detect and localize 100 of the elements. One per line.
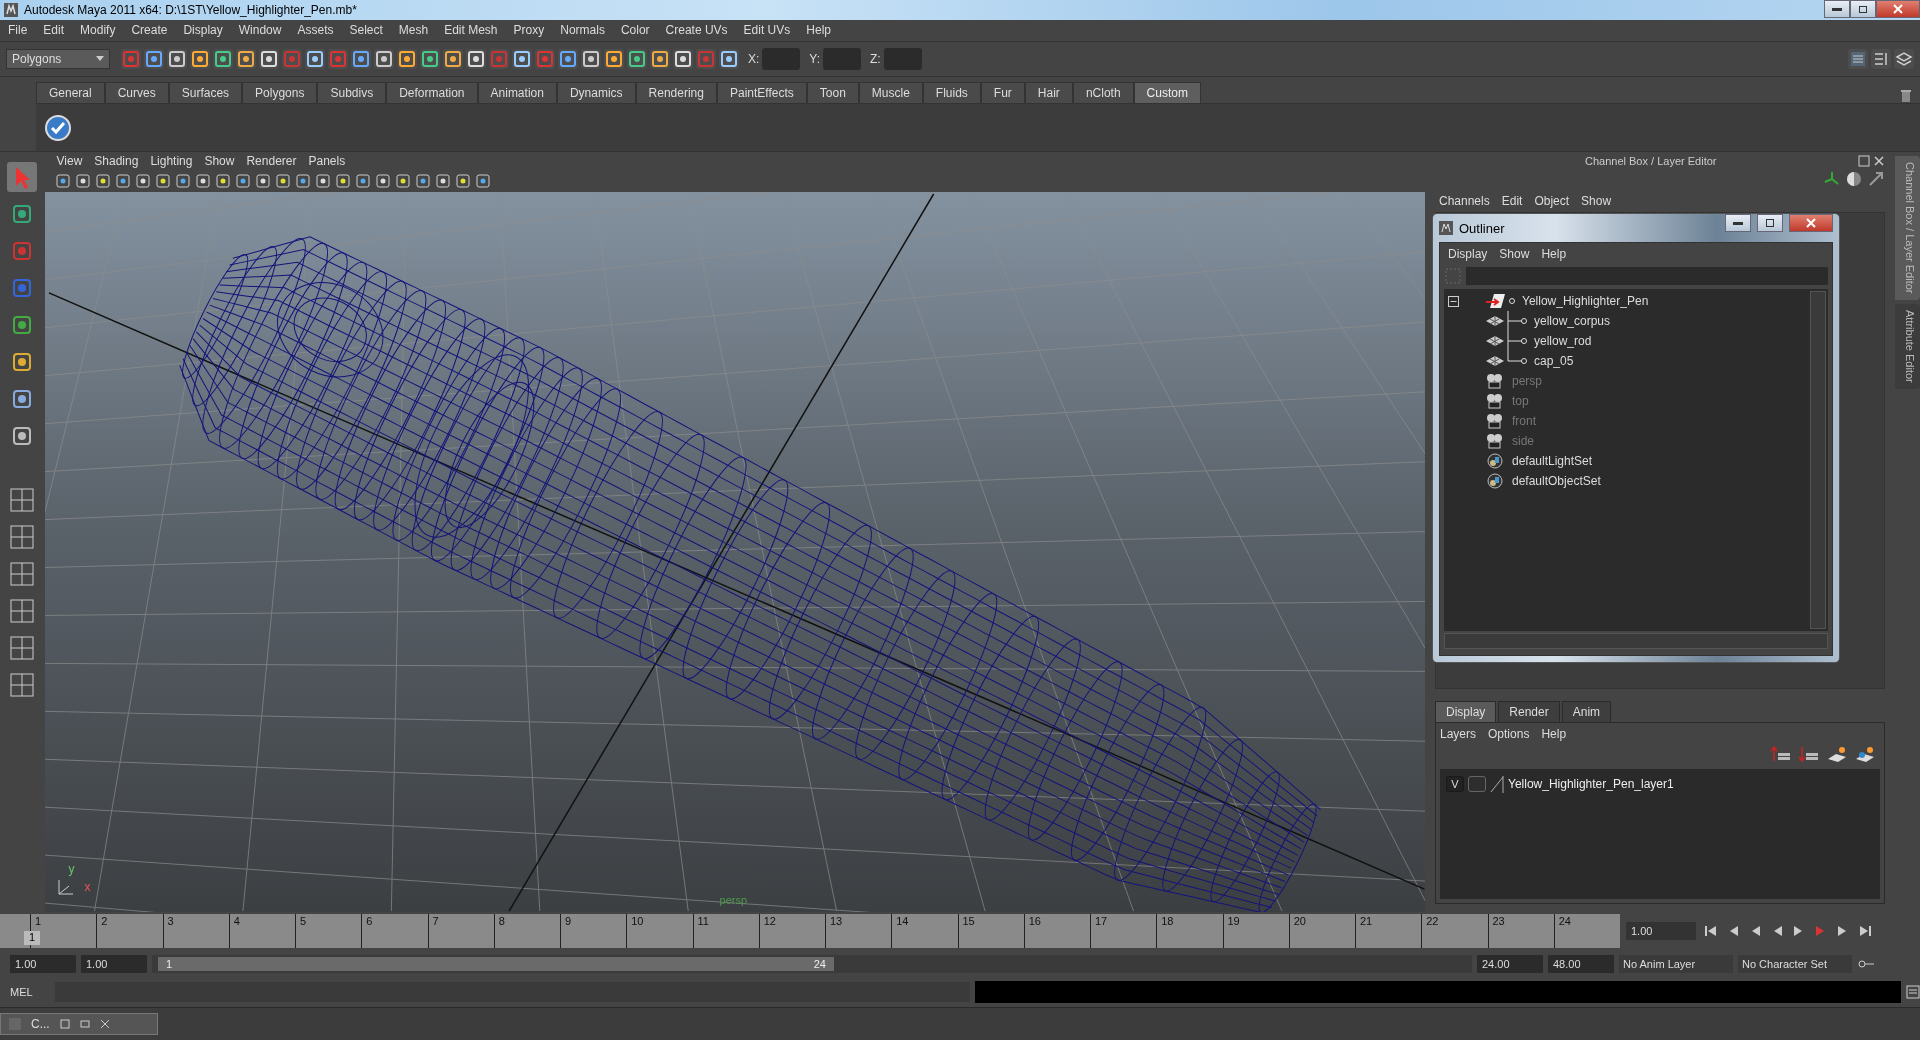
close-button[interactable] xyxy=(1789,214,1833,232)
menu-item[interactable]: Create UVs xyxy=(657,23,736,38)
menu-item[interactable]: Panels xyxy=(304,154,354,169)
panel-tool-icon[interactable] xyxy=(214,173,231,190)
tool-icon[interactable] xyxy=(305,48,325,69)
shelf-tab[interactable]: Fluids xyxy=(922,81,981,103)
tool-icon[interactable] xyxy=(397,48,417,69)
y-field[interactable] xyxy=(823,47,862,70)
x-field[interactable] xyxy=(762,47,801,70)
tool-icon[interactable] xyxy=(673,48,693,69)
shelf-tab[interactable]: Polygons xyxy=(242,81,318,103)
tool-icon[interactable] xyxy=(443,48,463,69)
collapse-toggle-icon[interactable] xyxy=(1448,295,1459,307)
panel-tool-icon[interactable] xyxy=(94,173,111,190)
tool-icon[interactable] xyxy=(558,48,578,69)
menu-item[interactable]: Create xyxy=(123,23,176,38)
panel-tool-icon[interactable] xyxy=(474,173,491,190)
shelf-tab[interactable]: Surfaces xyxy=(168,81,243,103)
menu-item[interactable]: Mesh xyxy=(390,23,437,38)
outliner-item[interactable]: defaultObjectSet xyxy=(1512,474,1601,488)
tool-icon[interactable] xyxy=(466,48,486,69)
side-tab[interactable]: Channel Box / Layer Editor xyxy=(1895,156,1920,300)
visibility-toggle[interactable]: V xyxy=(1446,776,1464,793)
maximize-icon[interactable] xyxy=(79,1019,90,1030)
menu-item[interactable]: Proxy xyxy=(505,23,553,38)
menu-item[interactable]: Modify xyxy=(72,23,124,38)
menu-item[interactable]: Help xyxy=(1537,247,1575,261)
checkmark-icon[interactable] xyxy=(44,113,72,142)
menu-item[interactable]: Shading xyxy=(90,154,147,169)
shelf-tab[interactable]: Subdivs xyxy=(317,81,387,103)
shelf-tab[interactable]: Curves xyxy=(104,81,169,103)
panel-tool-icon[interactable] xyxy=(374,173,391,190)
panel-tool-icon[interactable] xyxy=(54,173,71,190)
panel-tool-icon[interactable] xyxy=(114,173,131,190)
layer-down-icon[interactable] xyxy=(1798,745,1821,764)
menu-item[interactable]: Layers xyxy=(1436,727,1485,742)
panel-tool-icon[interactable] xyxy=(254,173,271,190)
horizontal-scrollbar[interactable] xyxy=(1444,633,1828,649)
range-slider[interactable]: 1 24 xyxy=(158,957,834,972)
tool-icon[interactable] xyxy=(144,48,164,69)
menu-item[interactable]: Edit UVs xyxy=(735,23,799,38)
side-tab[interactable]: Attribute Editor xyxy=(1895,303,1920,389)
display-type-toggle[interactable] xyxy=(1468,776,1486,793)
half-circle-icon[interactable] xyxy=(1845,170,1864,189)
shelf-tab[interactable]: PaintEffects xyxy=(716,81,807,103)
menu-item[interactable]: Display xyxy=(1444,247,1496,261)
trash-icon[interactable] xyxy=(1900,88,1912,103)
panel-tool-icon[interactable] xyxy=(234,173,251,190)
channel-box-icon[interactable] xyxy=(1848,48,1868,69)
minimized-window-bar[interactable]: C... xyxy=(0,1013,158,1036)
panel-tool-icon[interactable] xyxy=(334,173,351,190)
outliner-item[interactable]: defaultLightSet xyxy=(1512,454,1593,468)
shelf-tab[interactable]: General xyxy=(36,81,105,103)
shelf-tab[interactable]: Toon xyxy=(806,81,859,103)
menu-item[interactable]: Display xyxy=(175,23,231,38)
panel-tool-icon[interactable] xyxy=(74,173,91,190)
menu-item[interactable]: Channels xyxy=(1435,194,1498,209)
menu-item[interactable]: Help xyxy=(798,23,839,38)
menu-item[interactable]: Color xyxy=(612,23,658,38)
layer-up-icon[interactable] xyxy=(1770,745,1793,764)
menu-item[interactable]: Normals xyxy=(552,23,613,38)
tool-icon[interactable] xyxy=(420,48,440,69)
panel-tool-icon[interactable] xyxy=(154,173,171,190)
close-icon[interactable] xyxy=(1873,155,1886,168)
start-time-field[interactable]: 1.00 xyxy=(10,955,76,974)
float-icon[interactable] xyxy=(1858,155,1871,168)
panel-tool-icon[interactable] xyxy=(394,173,411,190)
character-set-dropdown[interactable]: No Character Set xyxy=(1738,955,1852,974)
shelf-tab[interactable]: Rendering xyxy=(635,81,717,103)
menu-item[interactable]: File xyxy=(0,23,36,38)
search-field[interactable] xyxy=(1466,267,1828,285)
shelf-tab[interactable]: Animation xyxy=(477,81,557,103)
end-time-field[interactable]: 48.00 xyxy=(1548,955,1614,974)
menu-item[interactable]: Options xyxy=(1484,727,1538,742)
layers-icon[interactable] xyxy=(1894,48,1914,69)
shelf-tab[interactable]: nCloth xyxy=(1072,81,1134,103)
script-editor-icon[interactable] xyxy=(1906,985,1920,1000)
tool-icon[interactable] xyxy=(374,48,394,69)
shelf-tab[interactable]: Hair xyxy=(1024,81,1073,103)
tool-icon[interactable] xyxy=(581,48,601,69)
tool-icon[interactable] xyxy=(236,48,256,69)
tool-icon[interactable] xyxy=(167,48,187,69)
tool-icon[interactable] xyxy=(650,48,670,69)
restore-icon[interactable] xyxy=(59,1019,70,1030)
vertical-scrollbar[interactable] xyxy=(1810,291,1826,629)
menu-item[interactable]: Edit Mesh xyxy=(436,23,506,38)
command-language-label[interactable]: MEL xyxy=(10,986,50,999)
close-icon[interactable] xyxy=(99,1019,110,1030)
minimize-button[interactable] xyxy=(1824,0,1850,18)
anim-layer-dropdown[interactable]: No Anim Layer xyxy=(1619,955,1733,974)
menu-item[interactable]: Assets xyxy=(289,23,342,38)
current-frame-marker[interactable]: 1 xyxy=(24,931,41,946)
tool-settings-icon[interactable] xyxy=(1871,48,1891,69)
tool-icon[interactable] xyxy=(259,48,279,69)
shelf-tab[interactable]: Fur xyxy=(980,81,1025,103)
tool-icon[interactable] xyxy=(190,48,210,69)
menu-item[interactable]: Show xyxy=(1495,247,1538,261)
close-button[interactable] xyxy=(1876,0,1920,18)
current-time-field[interactable]: 1.00 xyxy=(1626,922,1696,941)
menu-item[interactable]: Show xyxy=(200,154,243,169)
